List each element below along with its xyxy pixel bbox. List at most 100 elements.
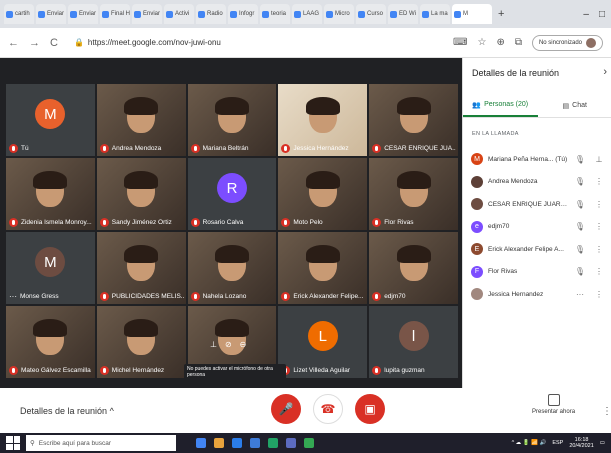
back-icon[interactable]: ←: [8, 37, 19, 49]
participant-row[interactable]: F Flor Rivas 🎙 ⋮: [471, 261, 611, 284]
more-options-icon[interactable]: ⋮: [592, 290, 606, 299]
participant-tile[interactable]: Erick Alexander Felipe...: [278, 232, 368, 304]
tray-icons[interactable]: ^ ☁ 🔋 📶 🔊: [512, 440, 547, 446]
participant-tile[interactable]: Mateo Gálvez Escamilla: [6, 306, 95, 378]
taskbar-search[interactable]: ⚲ Escribe aquí para buscar: [26, 435, 176, 451]
leave-call-button[interactable]: ☎: [313, 394, 343, 424]
participant-tile[interactable]: Flor Rivas: [369, 158, 458, 230]
mic-off-icon[interactable]: 🎙: [573, 267, 587, 276]
browser-tab[interactable]: Micro: [324, 4, 354, 24]
mic-off-icon[interactable]: 🎙: [573, 222, 587, 231]
browser-tab[interactable]: Enviar: [68, 4, 98, 24]
teams-icon[interactable]: [286, 438, 296, 448]
mic-off-icon: [9, 144, 18, 153]
participant-tile[interactable]: L Lizet Villeda Aguilar: [278, 306, 368, 378]
more-options-icon[interactable]: ⋮: [592, 200, 606, 209]
mic-off-icon[interactable]: 🎙: [573, 155, 587, 164]
tab-chat[interactable]: ▤ Chat: [538, 94, 611, 117]
participant-tile[interactable]: Zidenia Ismela Monroy...: [6, 158, 95, 230]
maximize-icon[interactable]: □: [599, 9, 605, 20]
browser-tab[interactable]: Activi: [164, 4, 194, 24]
browser-tab[interactable]: Enviar: [132, 4, 162, 24]
browser-tab[interactable]: Curso: [356, 4, 386, 24]
forward-icon[interactable]: →: [29, 37, 40, 49]
star-icon[interactable]: ☆: [477, 37, 486, 48]
more-options-icon[interactable]: ⋮: [592, 177, 606, 186]
more-options-icon[interactable]: ⋮: [592, 245, 606, 254]
minimize-icon[interactable]: –: [583, 9, 589, 20]
clock[interactable]: 16:18 20/4/2021: [569, 437, 593, 449]
browser-tab[interactable]: cartih: [4, 4, 34, 24]
participant-tile[interactable]: Jessica Hernández: [278, 84, 368, 156]
participant-row[interactable]: Jessica Hernandez ··· ⋮: [471, 283, 611, 306]
browser-tab[interactable]: LAAG: [292, 4, 322, 24]
browser-tab[interactable]: Radio: [196, 4, 226, 24]
pin-icon[interactable]: ⊥: [592, 155, 606, 164]
tab-favicon-icon: [326, 10, 333, 18]
file-explorer-icon[interactable]: [214, 438, 224, 448]
mic-off-icon[interactable]: 🎙: [573, 200, 587, 209]
participant-tile[interactable]: CESAR ENRIQUE JUA...: [369, 84, 458, 156]
more-options-icon[interactable]: ⋮: [592, 222, 606, 231]
participant-tile[interactable]: l lupita guzman: [369, 306, 458, 378]
windows-start-icon[interactable]: [6, 436, 20, 450]
more-options-icon[interactable]: ⋮: [602, 406, 611, 417]
participant-tile[interactable]: R Rosario Calva: [187, 158, 277, 230]
mic-off-icon[interactable]: 🎙: [573, 177, 587, 186]
speaking-indicator-icon[interactable]: ···: [573, 290, 587, 299]
participant-tile[interactable]: M ··· Monse Gress: [6, 232, 95, 304]
reload-icon[interactable]: C: [50, 37, 58, 49]
notifications-icon[interactable]: ▭: [600, 440, 605, 446]
participant-tile[interactable]: Mariana Beltrán: [187, 84, 277, 156]
new-tab-icon[interactable]: +: [498, 8, 504, 20]
meeting-details-button[interactable]: Detalles de la reunión ^: [20, 406, 114, 416]
excel-icon[interactable]: [268, 438, 278, 448]
browser-tab[interactable]: Enviar: [36, 4, 66, 24]
extensions-icon[interactable]: ⊕: [496, 37, 504, 48]
participant-tile[interactable]: Moto Pelo: [278, 158, 368, 230]
tab-people[interactable]: 👥 Personas (20): [463, 94, 538, 117]
meet-icon[interactable]: [304, 438, 314, 448]
participant-tile[interactable]: Sandy Jiménez Ortiz: [96, 158, 186, 230]
participant-row[interactable]: e edjm70 🎙 ⋮: [471, 216, 611, 239]
word-icon[interactable]: [250, 438, 260, 448]
participant-row[interactable]: M Mariana Peña Herna... (Tú) 🎙 ⊥: [471, 148, 611, 171]
participant-tile[interactable]: Nahela Lozano: [187, 232, 277, 304]
browser-tab-active[interactable]: M: [452, 4, 492, 24]
participant-name: Andrea Mendoza: [488, 178, 538, 186]
mute-participant-icon[interactable]: ⊘: [225, 340, 232, 349]
remove-icon[interactable]: ⊖: [240, 340, 247, 349]
browser-tab[interactable]: teoria: [260, 4, 290, 24]
profile-button[interactable]: No sincronizado: [531, 34, 603, 51]
collections-icon[interactable]: ⧉: [515, 37, 522, 48]
camera-off-button[interactable]: ▣: [355, 394, 385, 424]
participant-tile[interactable]: Andrea Mendoza: [96, 84, 186, 156]
more-options-icon[interactable]: ⋮: [592, 267, 606, 276]
participant-tile[interactable]: PUBLICIDADES MELIS...: [96, 232, 186, 304]
close-icon[interactable]: ›: [603, 66, 607, 78]
microphone-off-button[interactable]: 🎤: [271, 394, 301, 424]
browser-tab[interactable]: Final H: [100, 4, 130, 24]
participant-row[interactable]: E Erick Alexander Felipe A... 🎙 ⋮: [471, 238, 611, 261]
task-view-icon[interactable]: [196, 438, 206, 448]
pin-icon[interactable]: ⊥: [210, 340, 217, 349]
participant-tile[interactable]: Michel Hernández: [96, 306, 186, 378]
participant-tile[interactable]: edjm70: [369, 232, 458, 304]
mic-off-icon[interactable]: 🎙: [573, 245, 587, 254]
browser-tab[interactable]: ED Wi: [388, 4, 418, 24]
url-field[interactable]: 🔒 https://meet.google.com/nov-juwi-onu: [67, 32, 444, 53]
language-indicator[interactable]: ESP: [552, 440, 563, 446]
participant-row[interactable]: CESAR ENRIQUE JUARE... 🎙 ⋮: [471, 193, 611, 216]
participant-tile[interactable]: M Tú: [6, 84, 95, 156]
camera-icon[interactable]: ⌨: [453, 37, 467, 48]
edge-icon[interactable]: [232, 438, 242, 448]
participant-name: edjm70: [488, 223, 510, 231]
participant-name-label: Tú: [9, 144, 93, 153]
search-icon: ⚲: [30, 440, 35, 447]
browser-tab[interactable]: Infogr: [228, 4, 258, 24]
tab-favicon-icon: [198, 10, 205, 18]
present-now-button[interactable]: Presentar ahora: [532, 394, 575, 415]
mic-off-icon: 🎤: [278, 402, 294, 416]
browser-tab[interactable]: La ma: [420, 4, 450, 24]
participant-row[interactable]: Andrea Mendoza 🎙 ⋮: [471, 171, 611, 194]
